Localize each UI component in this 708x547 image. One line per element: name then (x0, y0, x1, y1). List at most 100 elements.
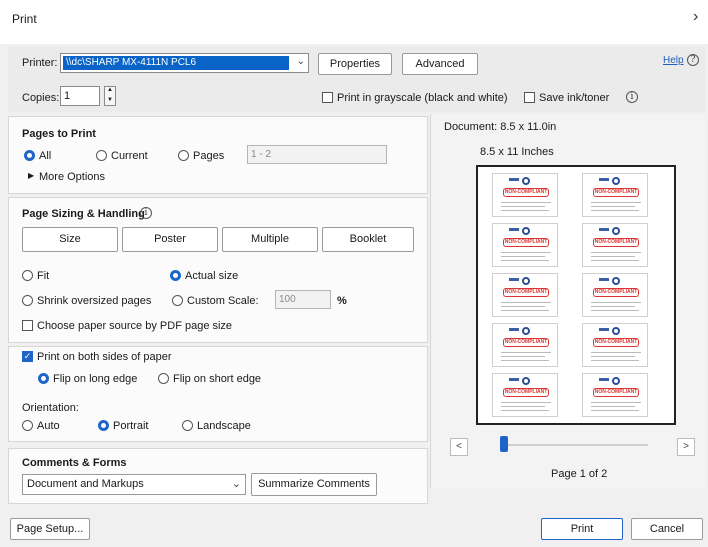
sizing-size-button[interactable]: Size (22, 227, 118, 252)
help-info-icon[interactable]: ? (687, 54, 699, 66)
summarize-comments-button[interactable]: Summarize Comments (251, 473, 377, 496)
page-slider-thumb[interactable] (500, 436, 508, 452)
orientation-landscape-radio[interactable] (182, 420, 193, 431)
sizing-multiple-button[interactable]: Multiple (222, 227, 318, 252)
print-button[interactable]: Print (541, 518, 623, 540)
card-line (591, 202, 641, 203)
copies-stepper[interactable]: ▲ ▼ (104, 86, 116, 106)
stepper-down-icon: ▼ (107, 97, 113, 103)
sizing-poster-button[interactable]: Poster (122, 227, 218, 252)
card-stamp: NON-COMPLIANT (593, 388, 639, 397)
printer-value: \\dc\SHARP MX-4111N PCL6 (63, 56, 289, 70)
page-sizing-title: Page Sizing & Handling (22, 208, 145, 220)
flip-long-edge-label: Flip on long edge (53, 373, 138, 385)
window-title: Print (12, 12, 37, 26)
info-icon[interactable]: i (626, 91, 638, 103)
card-line (591, 360, 639, 361)
actual-size-label: Actual size (185, 270, 239, 282)
pages-current-label: Current (111, 150, 148, 162)
advanced-button[interactable]: Advanced (402, 53, 478, 75)
card-line (501, 402, 551, 403)
actual-size-radio[interactable] (170, 270, 181, 281)
card-line (591, 356, 635, 357)
paper-size-label: 8.5 x 11 Inches (480, 146, 554, 158)
card-line (591, 310, 639, 311)
card-logo-icon (612, 377, 620, 385)
page-slider-track[interactable] (500, 444, 648, 446)
orientation-portrait-radio[interactable] (98, 420, 109, 431)
custom-scale-input[interactable]: 100 (275, 290, 331, 309)
card-line (501, 210, 549, 211)
copies-input[interactable]: 1 (60, 86, 100, 106)
percent-label: % (337, 295, 347, 307)
pages-all-label: All (39, 150, 52, 162)
card-logo-text (599, 328, 609, 331)
card-logo-icon (612, 227, 620, 235)
fit-radio[interactable] (22, 270, 33, 281)
card-logo-icon (522, 177, 530, 185)
pages-range-radio[interactable] (178, 150, 189, 161)
card-logo-icon (522, 227, 530, 235)
card-line (501, 306, 545, 307)
cancel-button[interactable]: Cancel (631, 518, 703, 540)
pages-all-radio[interactable] (24, 150, 35, 161)
expand-triangle-icon[interactable]: ▶ (28, 171, 34, 180)
card-line (501, 356, 545, 357)
pages-to-print-title: Pages to Print (22, 128, 96, 140)
card-line (591, 206, 635, 207)
card-stamp: NON-COMPLIANT (503, 388, 549, 397)
prev-page-button[interactable]: < (450, 438, 468, 456)
card-stamp: NON-COMPLIANT (593, 288, 639, 297)
card-stamp: NON-COMPLIANT (503, 238, 549, 247)
more-options-toggle[interactable]: More Options (39, 171, 105, 183)
title-bar (0, 0, 708, 44)
orientation-landscape-label: Landscape (197, 420, 251, 432)
paper-source-checkbox[interactable] (22, 320, 33, 331)
page-indicator: Page 1 of 2 (551, 468, 608, 480)
help-link[interactable]: Help (663, 55, 684, 66)
printer-select[interactable]: \\dc\SHARP MX-4111N PCL6 ⌄ (60, 53, 309, 73)
shrink-radio[interactable] (22, 295, 33, 306)
custom-scale-label: Custom Scale: (187, 295, 259, 307)
flip-short-edge-radio[interactable] (158, 373, 169, 384)
copies-value: 1 (64, 90, 71, 102)
flip-long-edge-radio[interactable] (38, 373, 49, 384)
card-logo-text (599, 228, 609, 231)
comments-forms-title: Comments & Forms (22, 457, 127, 469)
stepper-up-icon: ▲ (107, 87, 113, 93)
preview-card: NON-COMPLIANT (582, 273, 648, 317)
preview-card: NON-COMPLIANT (492, 323, 558, 367)
preview-card: NON-COMPLIANT (492, 373, 558, 417)
sizing-booklet-button[interactable]: Booklet (322, 227, 414, 252)
close-icon[interactable]: › (693, 8, 698, 26)
card-logo-text (509, 378, 519, 381)
custom-scale-radio[interactable] (172, 295, 183, 306)
printer-label: Printer: (22, 57, 58, 69)
card-line (591, 252, 641, 253)
card-line (591, 210, 639, 211)
preview-card: NON-COMPLIANT (492, 223, 558, 267)
orientation-title: Orientation: (22, 402, 79, 414)
comments-forms-select[interactable]: Document and Markups ⌄ (22, 474, 246, 495)
pages-range-input[interactable]: 1 - 2 (247, 145, 387, 164)
card-logo-text (599, 378, 609, 381)
grayscale-checkbox[interactable] (322, 92, 333, 103)
preview-card: NON-COMPLIANT (582, 323, 648, 367)
card-stamp: NON-COMPLIANT (503, 338, 549, 347)
card-line (591, 306, 635, 307)
properties-button[interactable]: Properties (318, 53, 392, 75)
pages-current-radio[interactable] (96, 150, 107, 161)
card-line (591, 256, 635, 257)
copies-label: Copies: (22, 92, 60, 104)
page-setup-button[interactable]: Page Setup... (10, 518, 90, 540)
card-logo-text (599, 278, 609, 281)
page-preview: NON-COMPLIANT NON-COMPLIANT NON-COMPLIAN… (476, 165, 676, 425)
card-stamp: NON-COMPLIANT (503, 288, 549, 297)
next-page-button[interactable]: > (677, 438, 695, 456)
orientation-auto-radio[interactable] (22, 420, 33, 431)
save-ink-checkbox[interactable] (524, 92, 535, 103)
orientation-portrait-label: Portrait (113, 420, 149, 432)
sizing-info-icon[interactable]: i (140, 207, 152, 219)
card-line (591, 302, 641, 303)
both-sides-checkbox[interactable]: ✓ (22, 351, 33, 362)
